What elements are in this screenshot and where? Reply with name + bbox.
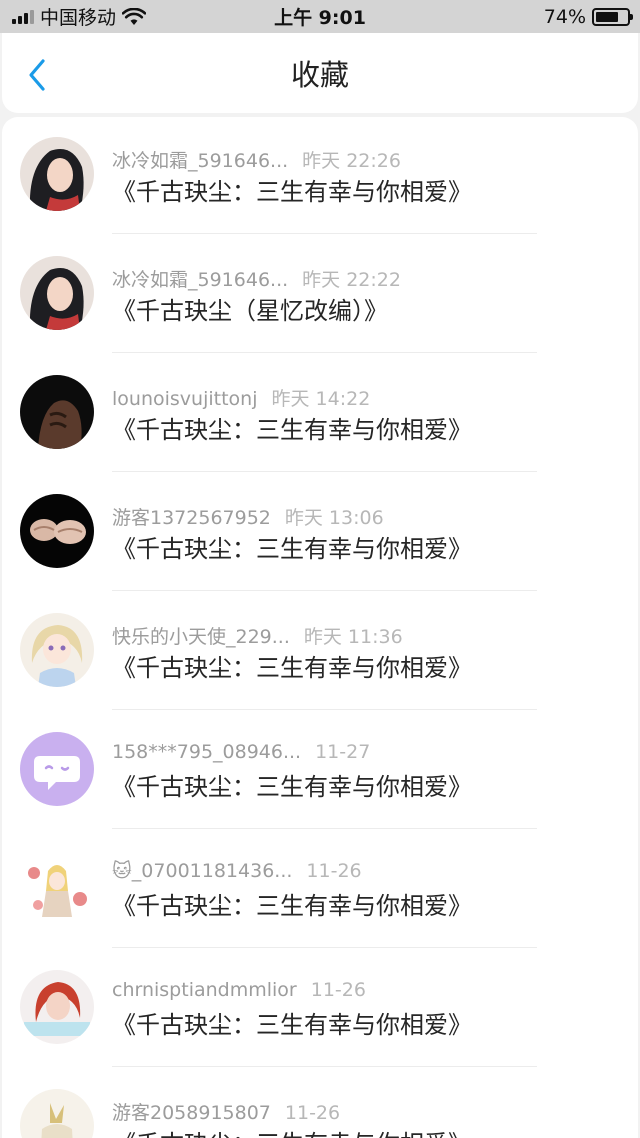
item-meta: 游客2058915807 11-26 xyxy=(112,1098,340,1125)
username: 冰冷如霜_591646... xyxy=(112,269,289,291)
item-meta: chrnisptiandmmlior 11-26 xyxy=(112,979,366,1001)
avatar xyxy=(20,256,94,330)
avatar xyxy=(20,970,94,1044)
book-title: 《千古玦尘：三生有幸与你相爱》 xyxy=(112,773,472,801)
divider xyxy=(112,828,537,829)
avatar xyxy=(20,375,94,449)
divider xyxy=(112,471,537,472)
avatar xyxy=(20,851,94,925)
timestamp: 11-26 xyxy=(284,1102,341,1124)
book-title: 《千古玦尘：三生有幸与你相爱》 xyxy=(112,654,472,682)
username: 🐱_07001181436... xyxy=(112,860,293,882)
list-item[interactable]: 游客2058915807 11-26 《千古玦尘：三生有幸与你相爱》 xyxy=(2,1069,638,1138)
item-meta: 158***795_08946... 11-27 xyxy=(112,741,370,763)
avatar xyxy=(20,494,94,568)
nav-bar: 收藏 xyxy=(2,33,638,113)
username: chrnisptiandmmlior xyxy=(112,979,297,1001)
list-item[interactable]: 冰冷如霜_591646... 昨天 22:22 《千古玦尘（星忆改编）》 xyxy=(2,236,638,355)
item-meta: 快乐的小天使_229... 昨天 11:36 xyxy=(112,622,403,649)
list-item[interactable]: 游客1372567952 昨天 13:06 《千古玦尘：三生有幸与你相爱》 xyxy=(2,474,638,593)
book-title: 《千古玦尘：三生有幸与你相爱》 xyxy=(112,1124,472,1138)
item-meta: lounoisvujittonj 昨天 14:22 xyxy=(112,384,370,411)
username: lounoisvujittonj xyxy=(112,388,258,410)
book-title: 《千古玦尘：三生有幸与你相爱》 xyxy=(112,892,472,920)
timestamp: 昨天 22:26 xyxy=(302,150,401,172)
timestamp: 11-26 xyxy=(306,860,362,882)
timestamp: 昨天 13:06 xyxy=(284,507,384,529)
item-meta: 冰冷如霜_591646... 昨天 22:26 xyxy=(112,146,401,173)
divider xyxy=(112,1066,537,1067)
timestamp: 昨天 11:36 xyxy=(303,626,403,648)
username: 冰冷如霜_591646... xyxy=(112,150,289,172)
list-item[interactable]: 快乐的小天使_229... 昨天 11:36 《千古玦尘：三生有幸与你相爱》 xyxy=(2,593,638,712)
status-right: 74% xyxy=(543,0,633,33)
list-item[interactable]: lounoisvujittonj 昨天 14:22 《千古玦尘：三生有幸与你相爱》 xyxy=(2,355,638,474)
timestamp: 11-27 xyxy=(315,741,371,763)
favorites-list: 冰冷如霜_591646... 昨天 22:26 《千古玦尘：三生有幸与你相爱》 冰… xyxy=(2,117,638,1138)
book-title: 《千古玦尘：三生有幸与你相爱》 xyxy=(112,535,472,563)
timestamp: 昨天 22:22 xyxy=(302,269,401,291)
book-title: 《千古玦尘：三生有幸与你相爱》 xyxy=(112,178,472,206)
item-meta: 游客1372567952 昨天 13:06 xyxy=(112,503,384,530)
status-bar: 中国移动 上午 9:01 74% xyxy=(0,0,640,33)
divider xyxy=(112,590,537,591)
username: 158***795_08946... xyxy=(112,741,302,763)
divider xyxy=(112,233,537,234)
divider xyxy=(112,947,537,948)
username: 游客2058915807 xyxy=(112,1102,271,1124)
avatar xyxy=(20,613,94,687)
book-title: 《千古玦尘（星忆改编）》 xyxy=(112,297,388,325)
item-meta: 冰冷如霜_591646... 昨天 22:22 xyxy=(112,265,401,292)
timestamp: 昨天 14:22 xyxy=(271,388,371,410)
username: 游客1372567952 xyxy=(112,507,271,529)
username: 快乐的小天使_229... xyxy=(112,626,290,648)
list-item[interactable]: 158***795_08946... 11-27 《千古玦尘：三生有幸与你相爱》 xyxy=(2,712,638,831)
battery-icon xyxy=(592,7,633,26)
battery-percent: 74% xyxy=(543,5,586,28)
item-meta: 🐱_07001181436... 11-26 xyxy=(112,860,362,882)
divider xyxy=(112,709,537,710)
avatar xyxy=(20,732,94,806)
page-title: 收藏 xyxy=(290,58,349,92)
avatar xyxy=(20,137,94,211)
book-title: 《千古玦尘：三生有幸与你相爱》 xyxy=(112,1011,472,1039)
list-item[interactable]: 冰冷如霜_591646... 昨天 22:26 《千古玦尘：三生有幸与你相爱》 xyxy=(2,117,638,236)
timestamp: 11-26 xyxy=(310,979,366,1001)
list-item[interactable]: 🐱_07001181436... 11-26 《千古玦尘：三生有幸与你相爱》 xyxy=(2,831,638,950)
book-title: 《千古玦尘：三生有幸与你相爱》 xyxy=(112,416,472,444)
divider xyxy=(112,352,537,353)
battery-fill xyxy=(596,11,619,22)
avatar xyxy=(20,1089,94,1138)
list-item[interactable]: chrnisptiandmmlior 11-26 《千古玦尘：三生有幸与你相爱》 xyxy=(2,950,638,1069)
